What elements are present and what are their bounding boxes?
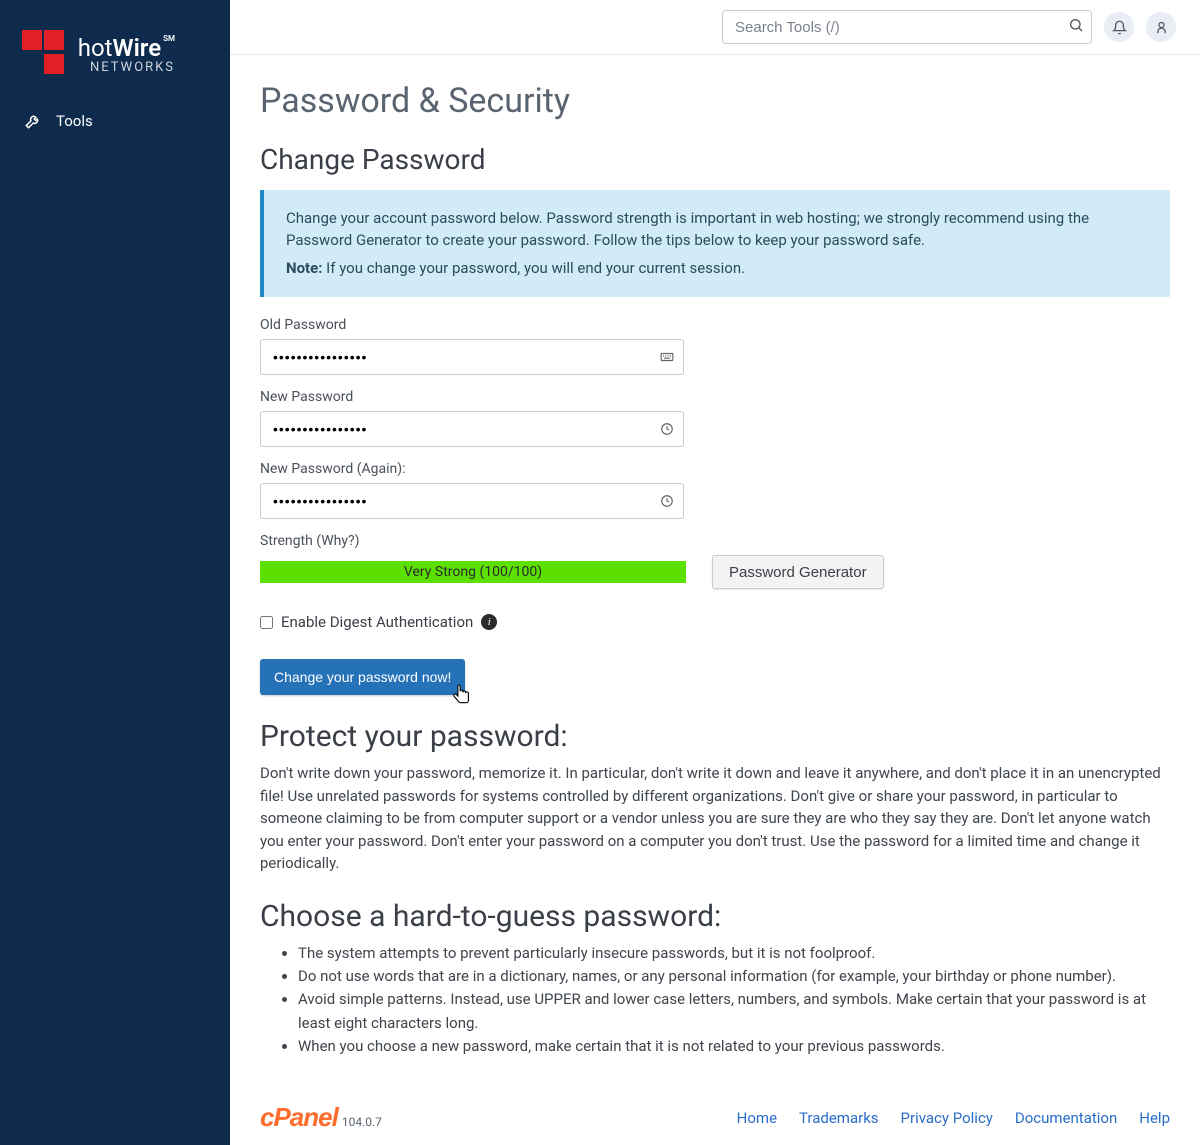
list-item: When you choose a new password, make cer…: [298, 1035, 1170, 1058]
info-note-text: If you change your password, you will en…: [322, 259, 745, 277]
footer-link-trademarks[interactable]: Trademarks: [799, 1109, 879, 1127]
old-password-input[interactable]: [260, 339, 684, 375]
list-item: The system attempts to prevent particula…: [298, 942, 1170, 965]
new-password-again-label: New Password (Again):: [260, 461, 1170, 477]
change-password-button[interactable]: Change your password now!: [260, 659, 465, 695]
info-note-label: Note:: [286, 259, 322, 277]
choose-heading: Choose a hard-to-guess password:: [260, 899, 1170, 934]
info-text: Change your account password below. Pass…: [286, 208, 1148, 252]
logo-icon: [22, 30, 66, 78]
digest-auth-checkbox[interactable]: [260, 616, 273, 629]
list-item: Avoid simple patterns. Instead, use UPPE…: [298, 988, 1170, 1035]
search-input[interactable]: [722, 10, 1092, 44]
notifications-button[interactable]: [1104, 12, 1134, 42]
change-password-heading: Change Password: [260, 143, 1170, 176]
user-icon: [1154, 20, 1169, 35]
generate-icon[interactable]: [660, 422, 674, 436]
info-box: Change your account password below. Pass…: [260, 190, 1170, 297]
list-item: Do not use words that are in a dictionar…: [298, 965, 1170, 988]
footer-link-home[interactable]: Home: [737, 1109, 777, 1127]
cursor-hand-icon: [451, 683, 473, 713]
user-menu-button[interactable]: [1146, 12, 1176, 42]
strength-meter: Very Strong (100/100): [260, 561, 686, 583]
cpanel-version: 104.0.7: [342, 1115, 382, 1129]
search-icon[interactable]: [1068, 17, 1084, 37]
footer-link-help[interactable]: Help: [1139, 1109, 1170, 1127]
password-generator-button[interactable]: Password Generator: [712, 555, 884, 589]
bell-icon: [1112, 20, 1127, 35]
new-password-again-input[interactable]: [260, 483, 684, 519]
digest-auth-label: Enable Digest Authentication: [281, 613, 473, 631]
sidebar-item-tools[interactable]: Tools: [0, 98, 230, 144]
footer-link-privacy[interactable]: Privacy Policy: [901, 1109, 993, 1127]
brand-logo: hotWireSM NETWORKS: [0, 0, 230, 98]
tips-list: The system attempts to prevent particula…: [260, 942, 1170, 1058]
old-password-label: Old Password: [260, 317, 1170, 333]
strength-label: Strength (Why?): [260, 533, 1170, 549]
cpanel-logo: cPanel: [260, 1102, 338, 1133]
topbar: [230, 0, 1200, 55]
info-icon[interactable]: i: [481, 614, 497, 630]
brand-wire: Wire: [113, 34, 162, 62]
brand-hot: hot: [78, 34, 113, 62]
footer-link-documentation[interactable]: Documentation: [1015, 1109, 1117, 1127]
brand-sm: SM: [163, 34, 175, 43]
brand-sub: NETWORKS: [78, 60, 175, 75]
page-title: Password & Security: [260, 81, 1170, 121]
generate-icon[interactable]: [660, 494, 674, 508]
protect-heading: Protect your password:: [260, 719, 1170, 754]
sidebar-item-label: Tools: [56, 112, 93, 130]
keyboard-icon[interactable]: [660, 350, 674, 364]
new-password-label: New Password: [260, 389, 1170, 405]
sidebar: hotWireSM NETWORKS Tools: [0, 0, 230, 1145]
tools-icon: [24, 112, 42, 130]
protect-text: Don't write down your password, memorize…: [260, 762, 1170, 875]
footer: cPanel 104.0.7 Home Trademarks Privacy P…: [230, 1078, 1200, 1145]
new-password-input[interactable]: [260, 411, 684, 447]
